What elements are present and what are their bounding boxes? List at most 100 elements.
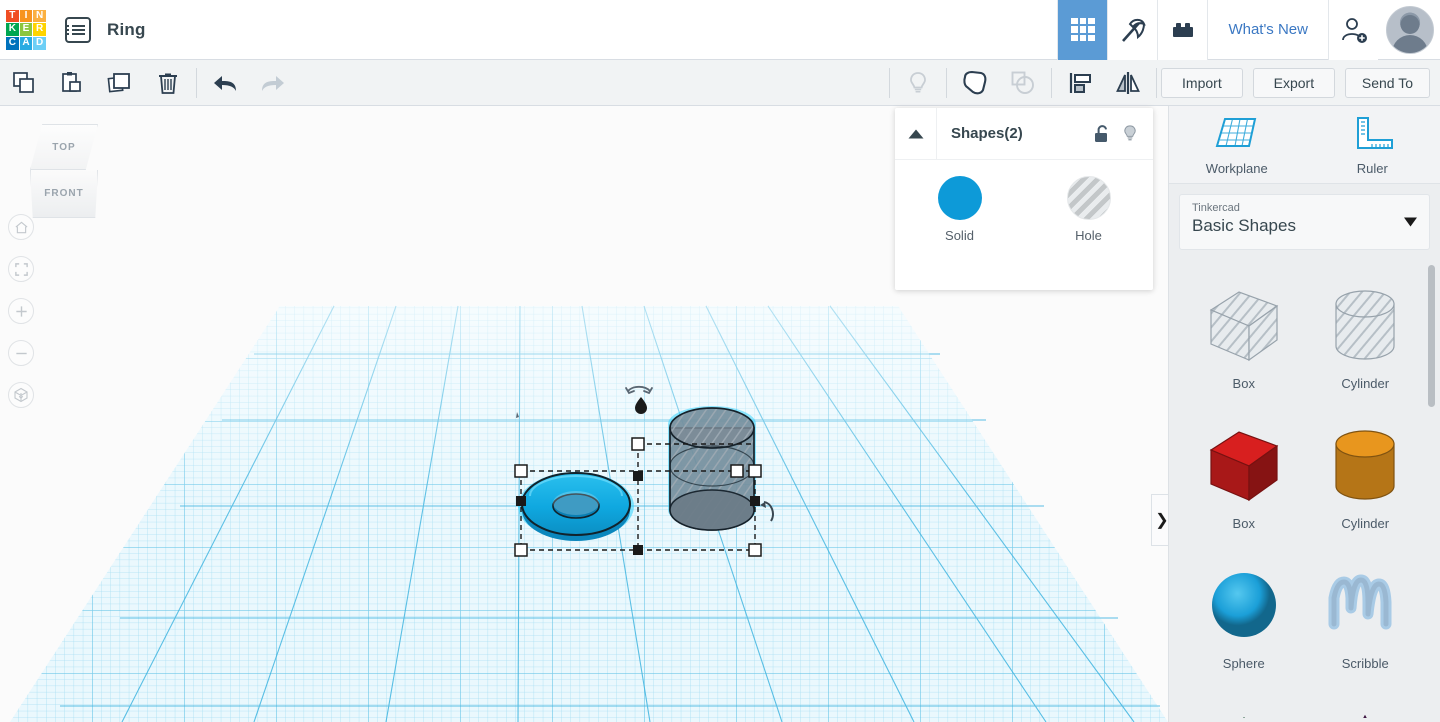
fit-view-button[interactable] (8, 256, 34, 282)
shapes-panel-collapse-button[interactable] (895, 108, 937, 160)
group-button[interactable] (951, 60, 999, 106)
toolbar-divider (1156, 68, 1157, 98)
cone-thumbnail-icon (1322, 702, 1408, 718)
toolbar-divider (196, 68, 197, 98)
solid-blue-circle (938, 176, 982, 220)
shape-cylinder-hole[interactable]: Cylinder (1305, 270, 1427, 410)
designs-grid-button[interactable] (1057, 0, 1107, 60)
library-provider-label: Tinkercad (1192, 202, 1417, 214)
add-person-icon (1339, 15, 1369, 45)
logo-tile-d: D (33, 37, 46, 50)
paste-button[interactable] (48, 60, 96, 106)
logo-tile-k: K (6, 23, 19, 36)
shape-library-grid: BoxCylinderBoxCylinderSphereScribble (1169, 260, 1440, 718)
home-view-button[interactable] (8, 214, 34, 240)
shape-library-scrollbar[interactable] (1428, 265, 1435, 407)
caret-down-icon (1404, 218, 1417, 227)
toolbar-divider (946, 68, 947, 98)
unlocked-padlock-icon[interactable] (1093, 124, 1111, 144)
tinkercad-app: TINKERCAD Ring (0, 0, 1440, 722)
workplane-grid-icon (1213, 114, 1261, 154)
view-cube-top-face[interactable]: TOP (30, 124, 98, 170)
import-button[interactable]: Import (1161, 68, 1243, 98)
solid-option-label: Solid (912, 228, 1008, 243)
light-bulb-icon (905, 70, 931, 96)
cylinder-thumbnail-icon (1322, 422, 1408, 508)
shape-cylinder-orange-label: Cylinder (1341, 516, 1389, 531)
shape-roof-green[interactable] (1183, 690, 1305, 718)
minus-icon (14, 346, 29, 361)
workplane-tool-label: Workplane (1206, 161, 1268, 176)
invite-people-button[interactable] (1328, 0, 1378, 60)
view-cube[interactable]: TOP FRONT (22, 124, 106, 224)
plus-icon (14, 304, 29, 319)
collapse-panel-tab[interactable]: ❯ (1151, 494, 1168, 546)
shape-box-hole[interactable]: Box (1183, 270, 1305, 410)
solid-option[interactable]: Solid (912, 176, 1008, 243)
undo-arrow-icon (210, 70, 240, 96)
hatched-gray-circle (1067, 176, 1111, 220)
ruler-icon (1348, 114, 1396, 154)
clipboard-paste-icon (59, 70, 85, 96)
toolbar-right-group: Import Export Send To (885, 60, 1440, 106)
list-menu-icon[interactable] (65, 17, 91, 43)
delete-button[interactable] (144, 60, 192, 106)
view-cube-front-face[interactable]: FRONT (30, 170, 98, 218)
redo-button[interactable] (249, 60, 297, 106)
shape-library-select[interactable]: Tinkercad Basic Shapes (1179, 194, 1430, 250)
whats-new-link[interactable]: What's New (1207, 0, 1328, 60)
toolbar-divider (1051, 68, 1052, 98)
light-bulb-button[interactable] (894, 60, 942, 106)
align-icon (1066, 69, 1094, 97)
library-selected-value: Basic Shapes (1192, 216, 1417, 236)
roof-thumbnail-icon (1201, 702, 1287, 718)
ruler-tool[interactable]: Ruler (1305, 106, 1440, 183)
zoom-in-button[interactable] (8, 298, 34, 324)
shape-sphere-label: Sphere (1223, 656, 1265, 671)
minecraft-button[interactable] (1107, 0, 1157, 60)
mirror-button[interactable] (1104, 60, 1152, 106)
hole-option[interactable]: Hole (1041, 176, 1137, 243)
page-title: Ring (107, 20, 146, 40)
edit-toolbar: Import Export Send To (0, 60, 1440, 106)
logo-tile-c: C (6, 37, 19, 50)
ungroup-button[interactable] (999, 60, 1047, 106)
shapes-panel-header: Shapes(2) (895, 108, 1153, 160)
logo-tile-i: I (20, 10, 33, 23)
copy-icon (11, 70, 37, 96)
workplane-tool[interactable]: Workplane (1169, 106, 1305, 183)
scribble-thumbnail-icon (1322, 562, 1408, 648)
caret-up-icon (908, 129, 924, 139)
light-bulb-icon[interactable] (1121, 124, 1139, 144)
ruler-tool-label: Ruler (1357, 161, 1388, 176)
group-shapes-icon (961, 69, 989, 97)
zoom-out-button[interactable] (8, 340, 34, 366)
perspective-toggle-button[interactable] (8, 382, 34, 408)
export-button[interactable]: Export (1253, 68, 1335, 98)
user-avatar[interactable] (1386, 6, 1434, 54)
hole-option-label: Hole (1041, 228, 1137, 243)
torus-shape[interactable] (522, 473, 630, 541)
shape-box-red[interactable]: Box (1183, 410, 1305, 550)
shape-cylinder-orange[interactable]: Cylinder (1305, 410, 1427, 550)
send-to-button[interactable]: Send To (1345, 68, 1430, 98)
tinkercad-logo[interactable]: TINKERCAD (5, 9, 47, 51)
workplane-ruler-tools: Workplane Ruler (1169, 106, 1440, 184)
shape-box-hole-label: Box (1233, 376, 1255, 391)
cylinder-thumbnail-icon (1322, 282, 1408, 368)
shapes-properties-panel: Shapes(2) Solid Hole (895, 108, 1153, 290)
undo-button[interactable] (201, 60, 249, 106)
redo-arrow-icon (258, 70, 288, 96)
copy-button[interactable] (0, 60, 48, 106)
duplicate-button[interactable] (96, 60, 144, 106)
duplicate-layers-icon (107, 70, 133, 96)
shape-sphere[interactable]: Sphere (1183, 550, 1305, 690)
logo-tile-n: N (33, 10, 46, 23)
fit-to-view-icon (14, 262, 29, 277)
align-button[interactable] (1056, 60, 1104, 106)
blocks-button[interactable] (1157, 0, 1207, 60)
shape-library-grid-wrapper: BoxCylinderBoxCylinderSphereScribble (1169, 260, 1440, 718)
shape-scribble[interactable]: Scribble (1305, 550, 1427, 690)
shape-cone-purple[interactable] (1305, 690, 1427, 718)
ortho-cube-icon (13, 387, 29, 403)
